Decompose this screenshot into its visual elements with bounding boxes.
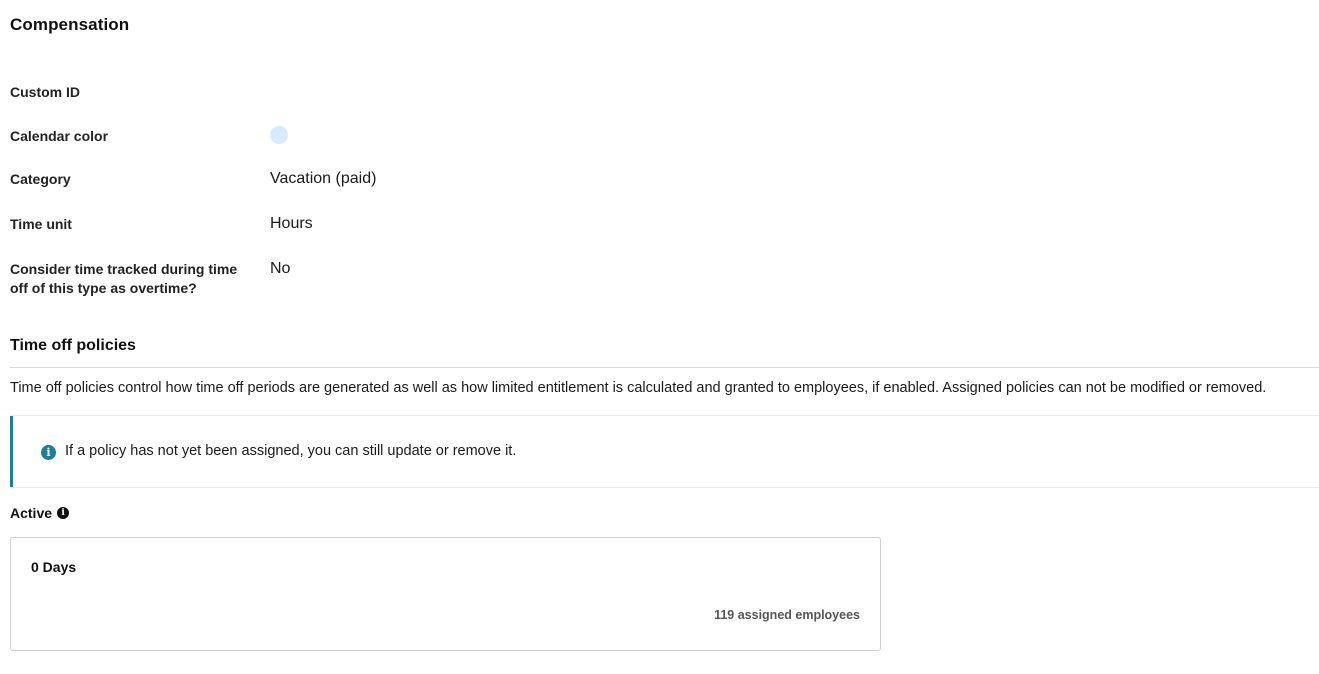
- policy-card[interactable]: 0 Days 119 assigned employees: [10, 537, 881, 651]
- active-policies-heading: Active i: [10, 505, 70, 521]
- category-label: Category: [10, 171, 71, 187]
- calendar-color-swatch: [270, 126, 288, 144]
- info-callout: i If a policy has not yet been assigned,…: [10, 415, 1319, 488]
- time-unit-value: Hours: [270, 215, 313, 232]
- time-unit-label: Time unit: [10, 216, 72, 232]
- custom-id-label: Custom ID: [10, 84, 80, 100]
- overtime-label: Consider time tracked during time off of…: [10, 261, 238, 296]
- assigned-employees-count: 119 assigned employees: [714, 608, 860, 622]
- active-label: Active: [10, 505, 53, 521]
- category-value: Vacation (paid): [270, 170, 377, 187]
- overtime-value: No: [270, 260, 291, 277]
- policies-section-title: Time off policies: [10, 337, 136, 354]
- info-icon: i: [41, 445, 56, 460]
- calendar-color-label: Calendar color: [10, 128, 109, 144]
- policy-name: 0 Days: [31, 559, 77, 575]
- info-callout-text: If a policy has not yet been assigned, y…: [65, 443, 517, 459]
- page: Compensation Custom ID Calendar color Ca…: [0, 0, 1319, 674]
- section-divider: [10, 367, 1319, 368]
- policies-description: Time off policies control how time off p…: [10, 380, 1267, 396]
- page-title: Compensation: [10, 15, 130, 34]
- info-callout-accent: [10, 416, 13, 487]
- info-icon[interactable]: i: [57, 507, 70, 519]
